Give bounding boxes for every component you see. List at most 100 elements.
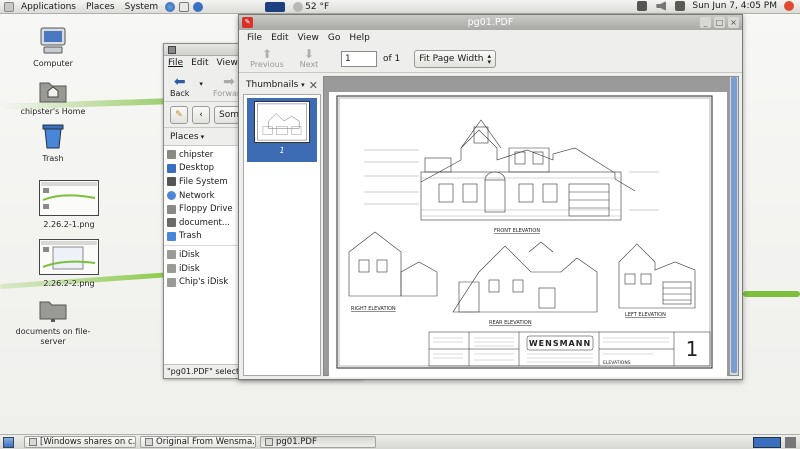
fm-menu-view[interactable]: View bbox=[217, 58, 238, 68]
document-view[interactable]: FRONT ELEVATION RIGHT ELEVATION REAR ELE… bbox=[323, 76, 739, 377]
workspace-switcher[interactable] bbox=[753, 436, 781, 448]
home-icon bbox=[167, 150, 176, 160]
place-label: iDisk bbox=[179, 249, 200, 260]
system-menu[interactable]: System bbox=[120, 2, 164, 12]
desktop-icon-home[interactable]: chipster's Home bbox=[8, 77, 98, 117]
rear-elevation-house bbox=[452, 241, 598, 313]
place-label: document... bbox=[179, 217, 230, 228]
vertical-scrollbar[interactable] bbox=[730, 77, 738, 375]
page-count: of 1 bbox=[383, 53, 401, 64]
foot-icon[interactable] bbox=[4, 1, 14, 12]
weather-temperature: 52 °F bbox=[305, 1, 330, 12]
sidebar-mode-select[interactable]: Thumbnails ▾ bbox=[246, 80, 305, 90]
help-icon[interactable] bbox=[193, 1, 204, 12]
task-label: [Windows shares on c... bbox=[40, 437, 136, 447]
chevron-down-icon: ▾ bbox=[200, 132, 205, 141]
desktop-icon-computer[interactable]: Computer bbox=[8, 27, 98, 69]
network-folder-icon bbox=[39, 301, 67, 322]
pdf-viewer-window: ✎ pg01.PDF _ □ × File Edit View Go Help … bbox=[238, 14, 743, 380]
window-title: pg01.PDF bbox=[467, 17, 514, 28]
place-label: iDisk bbox=[179, 263, 200, 274]
path-back-button[interactable]: ‹ bbox=[192, 105, 210, 124]
task-label: Original From Wensma... bbox=[156, 437, 256, 447]
background-swoosh bbox=[743, 291, 800, 297]
trash-icon bbox=[167, 231, 176, 241]
next-page-button[interactable]: ⬇ Next bbox=[291, 48, 327, 69]
image-thumbnail-icon bbox=[39, 180, 99, 216]
right-elevation-house bbox=[348, 231, 438, 297]
desktop-icon-label: chipster's Home bbox=[20, 107, 86, 116]
fm-menu-edit[interactable]: Edit bbox=[191, 58, 208, 68]
page-number-input[interactable]: 1 bbox=[341, 50, 377, 67]
taskbar-item-pg01[interactable]: pg01.PDF bbox=[260, 436, 376, 448]
page-thumbnail-image bbox=[254, 101, 310, 143]
close-icon[interactable]: × bbox=[728, 17, 739, 28]
previous-label: Previous bbox=[250, 60, 284, 69]
pdf-menu-file[interactable]: File bbox=[247, 33, 262, 43]
arrow-left-icon: ⬅ bbox=[173, 74, 186, 90]
top-panel: Applications Places System 52 °F Sun Jun… bbox=[0, 0, 800, 14]
pdf-toolbar: ⬆ Previous ⬇ Next 1 of 1 Fit Page Width … bbox=[239, 45, 742, 73]
left-elevation-title: LEFT ELEVATION bbox=[625, 312, 666, 318]
applications-menu[interactable]: Applications bbox=[16, 2, 81, 12]
taskbar-item-windows-shares[interactable]: [Windows shares on c... bbox=[24, 436, 136, 448]
minimize-icon[interactable]: _ bbox=[700, 17, 711, 28]
desktop-icon-network-folder[interactable]: documents on file-server bbox=[8, 297, 98, 347]
back-button[interactable]: ⬅ Back bbox=[170, 75, 189, 98]
taskbar-item-original-from-wensmann[interactable]: Original From Wensma... bbox=[140, 436, 256, 448]
camera-icon[interactable] bbox=[637, 1, 648, 11]
volume-icon[interactable] bbox=[656, 1, 667, 11]
desktop-icon-image-2[interactable]: 2.26.2-2.png bbox=[24, 239, 114, 289]
elevation-drawing: FRONT ELEVATION RIGHT ELEVATION REAR ELE… bbox=[336, 95, 713, 369]
desktop-icon-label: 2.26.2-1.png bbox=[43, 220, 95, 229]
previous-page-button[interactable]: ⬆ Previous bbox=[249, 48, 285, 69]
place-label: chipster bbox=[179, 149, 214, 160]
front-elevation-house bbox=[420, 119, 636, 221]
pdf-titlebar[interactable]: ✎ pg01.PDF _ □ × bbox=[239, 15, 742, 30]
arrow-down-icon: ⬇ bbox=[303, 47, 315, 61]
thumbnail-page-number: 1 bbox=[279, 146, 285, 155]
status-text: "pg01.PDF" selected bbox=[167, 367, 250, 376]
front-elevation-title: FRONT ELEVATION bbox=[494, 228, 540, 234]
trash-applet-icon[interactable] bbox=[785, 436, 796, 448]
desktop-icon-trash[interactable]: Trash bbox=[8, 122, 98, 164]
close-sidebar-icon[interactable]: ✕ bbox=[309, 79, 318, 92]
fm-menu-file[interactable]: File bbox=[168, 58, 183, 68]
computer-icon bbox=[40, 27, 66, 54]
pdf-menu-view[interactable]: View bbox=[298, 33, 319, 43]
window-icon bbox=[145, 438, 153, 446]
page-thumbnail[interactable]: 1 bbox=[247, 98, 317, 162]
desktop-icon-image-1[interactable]: 2.26.2-1.png bbox=[24, 180, 114, 230]
power-icon[interactable] bbox=[784, 1, 794, 11]
left-elevation-house bbox=[618, 243, 696, 309]
pdf-sidebar: Thumbnails ▾ ✕ 1 bbox=[243, 76, 321, 376]
desktop-icon-label: 2.26.2-2.png bbox=[43, 279, 95, 288]
chevron-left-icon: ‹ bbox=[199, 109, 203, 120]
back-history-icon[interactable]: ▾ bbox=[199, 80, 203, 88]
maximize-icon[interactable]: □ bbox=[714, 17, 725, 28]
show-desktop-icon[interactable] bbox=[3, 436, 14, 448]
web-browser-icon[interactable] bbox=[165, 1, 176, 12]
pdf-menu-edit[interactable]: Edit bbox=[271, 33, 288, 43]
network-icon[interactable] bbox=[675, 1, 686, 11]
task-label: pg01.PDF bbox=[276, 437, 317, 447]
scrollbar-thumb[interactable] bbox=[731, 77, 737, 373]
zoom-select[interactable]: Fit Page Width ▴ ▾ bbox=[414, 49, 496, 68]
drive-icon bbox=[167, 177, 176, 187]
place-label: Network bbox=[179, 190, 215, 201]
image-thumbnail-icon bbox=[39, 239, 99, 275]
email-icon[interactable] bbox=[179, 1, 190, 12]
thumbnail-list: 1 bbox=[243, 94, 321, 376]
places-menu[interactable]: Places bbox=[81, 2, 120, 12]
sheet-number: 1 bbox=[686, 337, 699, 361]
floppy-icon bbox=[167, 204, 176, 214]
pdf-menu-go[interactable]: Go bbox=[328, 33, 340, 43]
idisk-icon bbox=[167, 250, 176, 260]
clock[interactable]: Sun Jun 7, 4:05 PM bbox=[692, 1, 777, 11]
chevron-down-icon: ▾ bbox=[301, 81, 305, 89]
trash-icon bbox=[42, 124, 64, 149]
place-label: File System bbox=[179, 176, 228, 187]
places-label: Places bbox=[170, 131, 199, 142]
pdf-menu-help[interactable]: Help bbox=[349, 33, 370, 43]
edit-location-button[interactable]: ✎ bbox=[170, 105, 188, 124]
